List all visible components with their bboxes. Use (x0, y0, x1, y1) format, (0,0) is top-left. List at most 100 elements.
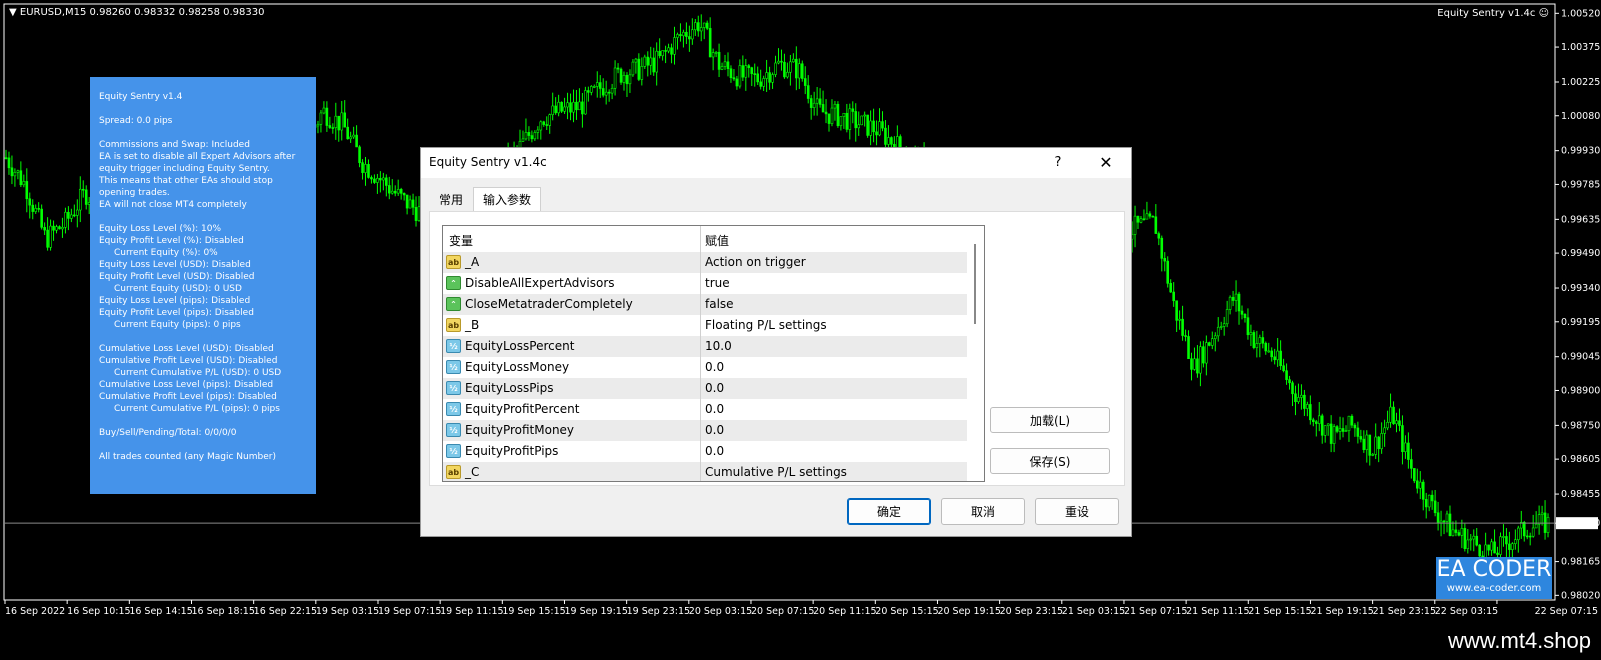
param-row[interactable]: ½ EquityProfitMoney 0.0 (443, 420, 967, 441)
candle-body (595, 82, 599, 87)
candle-body (1365, 434, 1369, 450)
param-row[interactable]: ½ EquityProfitPercent 0.0 (443, 399, 967, 420)
smiley-icon[interactable]: ☺ (1539, 8, 1549, 19)
param-value[interactable]: 10.0 (705, 339, 732, 353)
close-button[interactable]: ✕ (1095, 152, 1117, 174)
candle-body (1502, 536, 1505, 538)
param-value[interactable]: Cumulative P/L settings (705, 465, 847, 479)
candle-body (1199, 346, 1202, 374)
price-axis-label: 0.98165 (1561, 557, 1600, 568)
scrollbar-thumb[interactable] (974, 244, 976, 324)
candle-body (1323, 425, 1327, 436)
candle-body (714, 51, 718, 54)
candle-body (1368, 434, 1372, 456)
reset-button[interactable]: 重设 (1035, 498, 1119, 525)
candle-body (1395, 420, 1398, 425)
candle-body (809, 98, 813, 108)
candle-body (55, 226, 58, 231)
param-value[interactable]: 0.0 (705, 381, 724, 395)
param-value[interactable]: false (705, 297, 734, 311)
candle-body (628, 74, 632, 85)
column-header-variable[interactable]: 变量 (449, 232, 473, 249)
info-line: All trades counted (any Magic Number) (99, 452, 276, 462)
candle-body (539, 121, 543, 131)
tab-inputs[interactable]: 输入参数 (473, 187, 542, 212)
column-header-value[interactable]: 赋值 (705, 232, 729, 249)
candle-body (1413, 468, 1416, 482)
candle-body (768, 72, 771, 83)
site-watermark: www.mt4.shop (1447, 628, 1591, 653)
help-button[interactable]: ? (1047, 152, 1069, 174)
info-line: This means that other EAs should stop (99, 176, 273, 186)
info-line: Equity Loss Level (USD): Disabled (99, 260, 251, 270)
candle-body (1243, 314, 1247, 319)
price-axis-label: 0.98900 (1561, 385, 1600, 396)
candle-body (670, 47, 673, 55)
candle-body (340, 112, 344, 131)
info-line: Equity Profit Level (pips): Disabled (99, 308, 254, 318)
candle-body (646, 56, 650, 66)
param-value[interactable]: 0.0 (705, 423, 724, 437)
candle-body (604, 91, 608, 96)
param-value[interactable]: Floating P/L settings (705, 318, 827, 332)
candle-body (4, 157, 8, 159)
candle-body (824, 111, 828, 115)
tab-common[interactable]: 常用 (429, 187, 473, 211)
grid-header: 变量 赋值 (443, 226, 984, 253)
param-value[interactable]: 0.0 (705, 444, 724, 458)
grid-scrollbar[interactable] (967, 226, 984, 481)
candle-body (536, 129, 540, 133)
param-row[interactable]: ⌃ DisableAllExpertAdvisors true (443, 273, 967, 294)
param-row[interactable]: ab _B Floating P/L settings (443, 315, 967, 336)
candle-body (771, 74, 774, 83)
candle-body (875, 131, 878, 136)
cancel-button[interactable]: 取消 (941, 498, 1025, 525)
candle-body (402, 193, 406, 196)
candle-body (414, 207, 418, 221)
param-row[interactable]: ½ EquityLossMoney 0.0 (443, 357, 967, 378)
info-gap (99, 415, 316, 427)
candle-body (1258, 337, 1262, 344)
candle-body (878, 121, 881, 136)
collapse-triangle-icon[interactable]: ▼ (9, 7, 20, 18)
candle-body (554, 105, 557, 114)
dialog-titlebar[interactable]: Equity Sentry v1.4c ? ✕ (421, 148, 1131, 178)
candle-body (1448, 513, 1452, 537)
candle-body (1511, 543, 1514, 550)
candle-body (1371, 454, 1375, 456)
param-value[interactable]: 0.0 (705, 402, 724, 416)
candle-body (1297, 397, 1300, 403)
candle-body (610, 87, 614, 94)
time-axis-label: 21 Sep 07:15 (1124, 606, 1187, 617)
param-value[interactable]: Action on trigger (705, 255, 806, 269)
candle-body (58, 226, 61, 230)
param-row[interactable]: ab _A Action on trigger (443, 252, 967, 273)
candle-body (37, 208, 40, 210)
param-name: _A (465, 255, 480, 269)
candle-body (1142, 218, 1146, 221)
param-row[interactable]: ab _C Cumulative P/L settings (443, 462, 967, 481)
time-axis-label: 22 Sep 07:15 (1535, 606, 1598, 617)
param-row[interactable]: ⌃ CloseMetatraderCompletely false (443, 294, 967, 315)
param-row[interactable]: ½ EquityProfitPips 0.0 (443, 441, 967, 462)
candle-body (1320, 415, 1324, 436)
param-value[interactable]: true (705, 276, 730, 290)
candle-body (759, 81, 762, 87)
candle-body (533, 132, 537, 140)
candle-body (387, 185, 391, 194)
candle-body (783, 61, 786, 78)
candle-body (631, 61, 635, 76)
candle-body (1531, 527, 1535, 537)
param-row[interactable]: ½ EquityLossPips 0.0 (443, 378, 967, 399)
ok-button[interactable]: 确定 (847, 498, 931, 525)
candle-body (1225, 309, 1229, 325)
candle-body (563, 106, 566, 112)
param-value[interactable]: 0.0 (705, 360, 724, 374)
time-axis-label: 20 Sep 11:15 (813, 606, 876, 617)
candle-body (1466, 539, 1470, 549)
candle-body (346, 126, 349, 140)
load-button[interactable]: 加载(L) (990, 407, 1110, 433)
save-button[interactable]: 保存(S) (990, 448, 1110, 474)
param-row[interactable]: ½ EquityLossPercent 10.0 (443, 336, 967, 357)
candle-body (1383, 427, 1386, 434)
